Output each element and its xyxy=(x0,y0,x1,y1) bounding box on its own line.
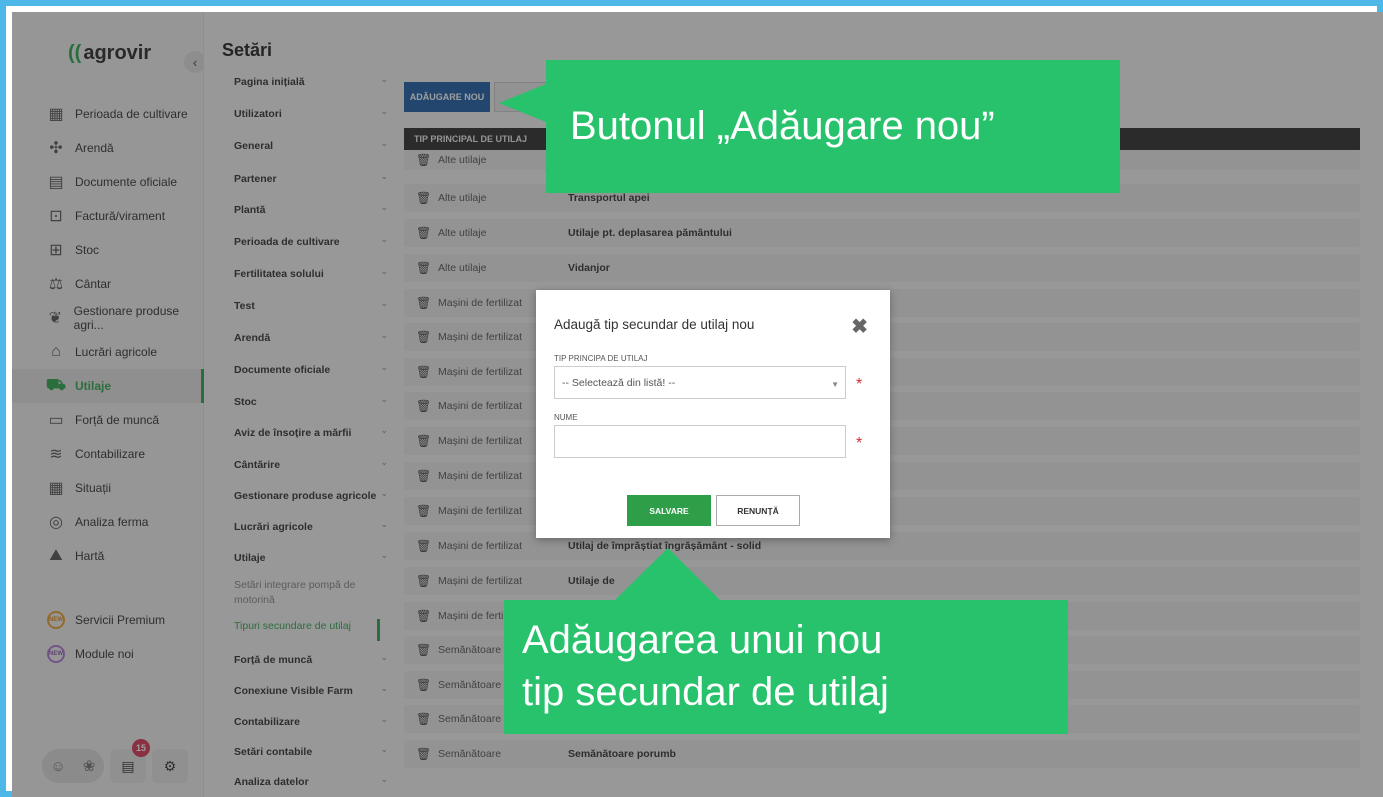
app-window: ((agrovir ‹ ▦ Perioada de cultivare ✣ Aren… xyxy=(12,12,1383,797)
top-callout-pointer xyxy=(499,84,546,122)
callout-text: Butonul „Adăugare nou” xyxy=(570,104,995,148)
callout-add-type: Adăugarea unui nou tip secundar de utila… xyxy=(504,600,1068,734)
bottom-callout-pointer xyxy=(614,548,721,601)
callout-text-line1: Adăugarea unui nou xyxy=(522,618,883,662)
screenshot-frame: ((agrovir ‹ ▦ Perioada de cultivare ✣ Aren… xyxy=(0,0,1383,797)
callout-add-button: Butonul „Adăugare nou” xyxy=(546,60,1120,193)
callout-text-line2: tip secundar de utilaj xyxy=(522,670,889,714)
